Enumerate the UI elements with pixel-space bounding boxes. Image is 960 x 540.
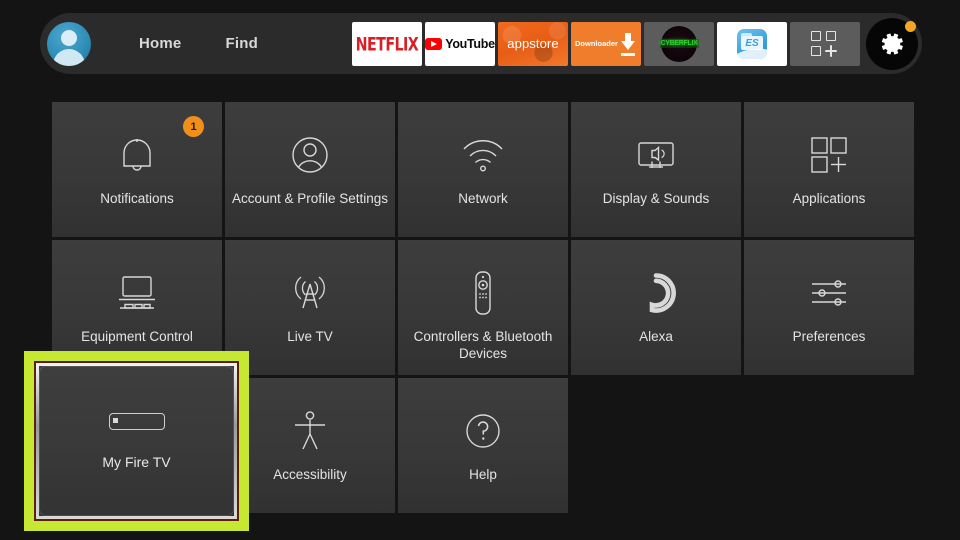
alexa-ring-icon — [635, 270, 677, 316]
tile-my-fire-tv[interactable]: My Fire TV — [36, 363, 237, 519]
tile-preferences[interactable]: Preferences — [744, 240, 914, 375]
tile-display-sounds[interactable]: Display & Sounds — [571, 102, 741, 237]
tile-label: Account & Profile Settings — [231, 191, 389, 206]
appstore-logo-text: appstore — [507, 36, 559, 51]
tile-label: Live TV — [287, 329, 333, 344]
youtube-logo-text: YouTube — [445, 36, 495, 51]
tile-controllers-bluetooth-devices[interactable]: Controllers & Bluetooth Devices — [398, 240, 568, 375]
avatar-head — [61, 29, 77, 46]
settings-notification-badge — [905, 20, 916, 32]
focus-highlight-my-fire-tv: My Fire TV — [24, 351, 249, 531]
tile-label: Preferences — [792, 329, 866, 344]
app-netflix[interactable]: NETFLIX — [352, 21, 422, 66]
cyberflix-logo-circle: CYBERFLIX — [659, 25, 699, 62]
cyberflix-logo-text: CYBERFLIX — [659, 39, 699, 48]
app-grid-button[interactable] — [790, 21, 860, 66]
tile-applications[interactable]: Applications — [744, 102, 914, 237]
grid-spacer — [744, 378, 914, 513]
tile-help[interactable]: Help — [398, 378, 568, 513]
broadcast-tower-icon — [288, 270, 332, 316]
tile-accessibility[interactable]: Accessibility — [225, 378, 395, 513]
settings-button[interactable] — [866, 17, 918, 70]
tile-label: Applications — [792, 191, 866, 206]
person-circle-icon — [288, 132, 332, 178]
question-circle-icon — [462, 408, 504, 454]
profile-avatar[interactable] — [47, 21, 91, 66]
tile-label: Accessibility — [273, 467, 347, 482]
avatar-body — [53, 48, 85, 66]
tile-alexa[interactable]: Alexa — [571, 240, 741, 375]
accessibility-person-icon — [292, 408, 328, 454]
youtube-play-icon — [425, 37, 443, 50]
nav-find[interactable]: Find — [225, 35, 257, 52]
fire-tv-stick-icon — [108, 412, 165, 430]
sliders-icon — [806, 270, 852, 316]
app-appstore[interactable]: appstore — [498, 21, 568, 66]
bell-icon — [116, 132, 158, 178]
tile-label: Alexa — [639, 329, 673, 344]
tile-live-tv[interactable]: Live TV — [225, 240, 395, 375]
netflix-logo-text: NETFLIX — [355, 32, 419, 55]
tile-label: Network — [458, 191, 508, 206]
app-cyberflix[interactable]: CYBERFLIX — [644, 21, 714, 66]
remote-control-icon — [470, 270, 496, 316]
wifi-icon — [460, 132, 506, 178]
nav-home[interactable]: Home — [139, 35, 181, 52]
tile-notifications[interactable]: 1 Notifications — [52, 102, 222, 237]
tile-label: Notifications — [100, 191, 174, 206]
tv-stand-icon — [114, 270, 160, 316]
tile-label: Equipment Control — [81, 329, 193, 344]
tile-label: My Fire TV — [102, 453, 171, 470]
tile-network[interactable]: Network — [398, 102, 568, 237]
tile-label: Help — [469, 467, 497, 482]
es-file-explorer-icon: ES — [737, 28, 767, 59]
downloader-logo-text: Downloader — [575, 39, 618, 48]
download-arrow-icon — [620, 32, 636, 56]
top-navigation-bar: Home Find NETFLIX YouTube appstore Downl… — [40, 13, 922, 74]
app-downloader[interactable]: Downloader — [571, 21, 641, 66]
apps-plus-icon — [811, 30, 839, 57]
focus-highlight-inner-ring: My Fire TV — [34, 361, 239, 521]
settings-row-1: 1 Notifications Account & Profile Settin… — [52, 102, 914, 237]
tile-label: Display & Sounds — [602, 191, 710, 206]
app-youtube[interactable]: YouTube — [425, 21, 495, 66]
grid-spacer — [571, 378, 741, 513]
tile-label: Controllers & Bluetooth Devices — [413, 329, 553, 361]
app-es-file-explorer[interactable]: ES — [717, 21, 787, 66]
app-shortcut-row: NETFLIX YouTube appstore Downloader CYBE… — [349, 13, 922, 74]
apps-plus-icon — [807, 132, 851, 178]
es-logo-text: ES — [745, 37, 759, 49]
gear-icon — [866, 17, 918, 70]
notifications-badge: 1 — [183, 116, 204, 137]
tv-speaker-icon — [633, 132, 679, 178]
tile-account-profile-settings[interactable]: Account & Profile Settings — [225, 102, 395, 237]
